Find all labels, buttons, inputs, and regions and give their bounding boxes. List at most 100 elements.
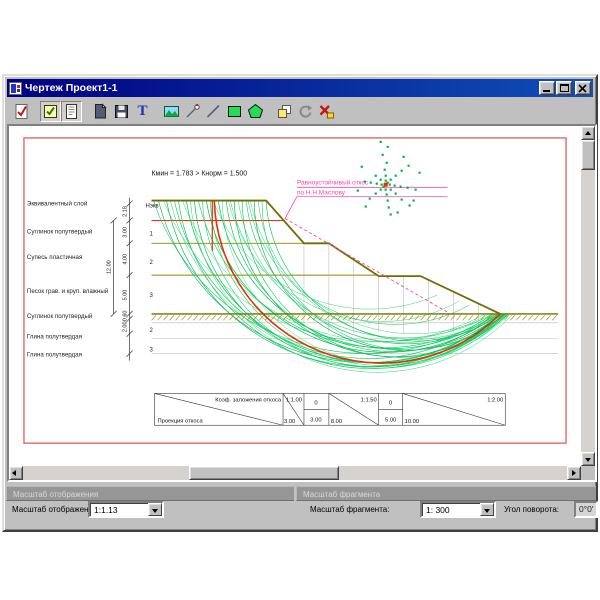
slip-circles [153, 201, 512, 373]
svg-text:4.00: 4.00 [123, 254, 129, 265]
svg-text:5.00: 5.00 [385, 417, 396, 423]
save-icon [113, 103, 130, 120]
close-button[interactable] [575, 81, 591, 95]
up-arrow-icon [585, 131, 591, 135]
svg-text:10.00: 10.00 [405, 419, 419, 425]
scroll-down-button[interactable] [581, 452, 595, 466]
display-scale-group-header: Масштаб отображения [6, 486, 294, 501]
save-button[interactable] [111, 101, 132, 122]
soil-label: Глина полутвердая [27, 334, 82, 341]
drawing-client-area: Кмин = 1.783 > Кнорм = 1.500 Эквивалентн… [7, 124, 597, 482]
svg-text:1: 1 [150, 231, 154, 237]
vertical-scroll-thumb[interactable] [581, 140, 595, 170]
svg-text:0: 0 [314, 400, 317, 406]
rotation-angle-field[interactable]: 0°0' [574, 501, 598, 518]
soil-label: Супесь пластичная [27, 254, 82, 261]
table-row2-header: Проекция откоса [157, 418, 203, 424]
title-bar[interactable]: Чертеж Проект1-1 [7, 79, 593, 97]
svg-text:3: 3 [150, 293, 154, 299]
svg-text:1:1.00: 1:1.00 [286, 397, 302, 403]
app-icon [9, 82, 22, 95]
svg-text:3: 3 [150, 348, 154, 354]
total-depth-dimension: 12.00 [107, 260, 113, 274]
soil-labels: Эквивалентный слой Суглинок полутвердый … [27, 201, 109, 359]
svg-text:0.60: 0.60 [123, 311, 129, 322]
svg-text:3.00: 3.00 [284, 419, 295, 425]
equivalent-layer-label: Нэкв [146, 204, 159, 210]
soil-label: Эквивалентный слой [27, 201, 88, 208]
display-scale-label: Масштаб отображения: [12, 505, 99, 514]
rotation-angle-label: Угол поворота: [504, 505, 559, 514]
line-tool-icon [205, 103, 222, 120]
fragment-scale-group-header: Масштаб фрагмента [296, 486, 596, 501]
soil-label: Глина полутвердая [27, 352, 82, 359]
node-tool-icon [184, 103, 201, 120]
dimension-values: 2.18 3.00 4.00 5.00 0.60 2.00 12.00 [107, 206, 129, 332]
image-tool-button[interactable] [161, 101, 182, 122]
chevron-down-icon [152, 509, 158, 513]
node-tool-button[interactable] [182, 101, 203, 122]
svg-text:8.00: 8.00 [331, 419, 342, 425]
sheet-icon [63, 103, 80, 120]
fragment-scale-value: 1: 300 [426, 504, 450, 516]
display-scale-value: 1:1.13 [94, 504, 118, 516]
polygon-tool-button[interactable] [245, 101, 266, 122]
right-arrow-icon [572, 470, 576, 476]
check-toggle-button[interactable] [40, 101, 61, 122]
polygon-tool-icon [247, 103, 264, 120]
minimize-button[interactable] [539, 81, 555, 95]
horizontal-scrollbar[interactable] [9, 466, 581, 480]
svg-text:2: 2 [150, 328, 154, 334]
text-tool-icon: T [137, 104, 147, 119]
chevron-down-icon [484, 509, 490, 513]
left-arrow-icon [12, 470, 16, 476]
sheet-edit-button[interactable] [11, 101, 32, 122]
svg-text:1:1.50: 1:1.50 [361, 397, 377, 403]
copy-icon [276, 103, 293, 120]
fragment-scale-combobox[interactable]: 1: 300 [420, 501, 496, 518]
delete-icon [318, 103, 335, 120]
rotate-object-button[interactable] [295, 101, 316, 122]
image-tool-icon [163, 103, 180, 120]
rectangle-tool-button[interactable] [224, 101, 245, 122]
drawing-canvas[interactable]: Кмин = 1.783 > Кнорм = 1.500 Эквивалентн… [9, 126, 581, 466]
vertical-scrollbar[interactable] [581, 126, 595, 466]
new-sheet-button[interactable] [90, 101, 111, 122]
kmin-annotation: Кмин = 1.783 > Кнорм = 1.500 [152, 171, 248, 178]
sheet-toggle-button[interactable] [61, 101, 82, 122]
svg-text:3.00: 3.00 [310, 417, 321, 423]
window-title: Чертеж Проект1-1 [25, 82, 538, 94]
svg-text:3.00: 3.00 [123, 227, 129, 238]
dimension-chain [111, 198, 133, 361]
text-tool-button[interactable]: T [132, 101, 153, 122]
scroll-up-button[interactable] [581, 126, 595, 140]
scroll-left-button[interactable] [9, 466, 23, 480]
svg-text:2.18: 2.18 [123, 206, 129, 217]
maslov-slope: Равноустойчивый откос по Н.Н.Маслову [285, 179, 450, 314]
slope-drawing: Кмин = 1.783 > Кнорм = 1.500 Эквивалентн… [9, 126, 581, 466]
horizontal-scroll-thumb[interactable] [189, 466, 339, 480]
rectangle-tool-icon [226, 103, 243, 120]
fragment-scale-label: Масштаб фрагмента: [310, 505, 389, 514]
slope-table: Коэф. заложения откоса Проекция откоса 1… [154, 393, 505, 425]
new-sheet-icon [92, 103, 109, 120]
toolbar: T [7, 98, 593, 124]
app-window: Чертеж Проект1-1 [2, 74, 598, 532]
delete-object-button[interactable] [316, 101, 337, 122]
down-arrow-icon [585, 458, 591, 462]
svg-text:2.00: 2.00 [123, 321, 129, 332]
svg-text:0: 0 [389, 400, 392, 406]
scroll-right-button[interactable] [567, 466, 581, 480]
display-scale-dropdown-button[interactable] [148, 503, 162, 516]
close-icon [576, 83, 590, 95]
copy-object-button[interactable] [274, 101, 295, 122]
soil-label: Суглинок полутвердый [27, 228, 93, 235]
fragment-scale-dropdown-button[interactable] [480, 503, 494, 516]
maximize-button[interactable] [556, 81, 572, 95]
checkbox-icon [42, 103, 59, 120]
line-tool-button[interactable] [203, 101, 224, 122]
display-scale-combobox[interactable]: 1:1.13 [88, 501, 164, 518]
scrollbar-corner [581, 466, 595, 480]
circle-centers-cluster [357, 141, 421, 216]
table-row1-header: Коэф. заложения откоса [215, 397, 282, 403]
